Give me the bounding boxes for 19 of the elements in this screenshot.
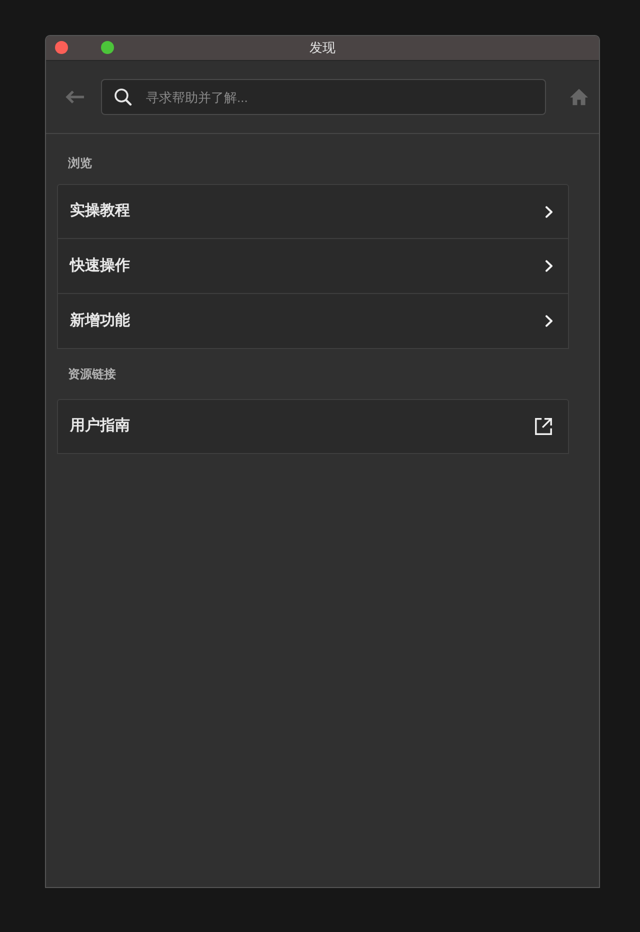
close-button[interactable] (55, 41, 68, 54)
list-item-label: 用户指南 (70, 416, 130, 436)
window-title: 发现 (310, 39, 336, 58)
list-item-label: 实操教程 (70, 201, 130, 222)
chevron-right-icon (545, 206, 553, 218)
zoom-button[interactable] (101, 41, 114, 54)
chevron-right-icon (545, 315, 553, 327)
section-heading: 浏览 (68, 155, 92, 172)
list-item-label: 快速操作 (70, 256, 130, 276)
list-item[interactable]: 实操教程 (57, 184, 569, 239)
search-field[interactable]: 寻求帮助并了解... (101, 79, 546, 115)
search-icon (114, 88, 132, 106)
list-item[interactable]: 快速操作 (57, 239, 569, 294)
list-item[interactable]: 用户指南 (57, 399, 569, 454)
list-item-label: 新增功能 (70, 310, 130, 331)
section-heading: 资源链接 (68, 366, 116, 383)
chevron-right-icon (545, 260, 553, 272)
list-item[interactable]: 新增功能 (57, 294, 569, 349)
external-link-icon (534, 417, 553, 436)
